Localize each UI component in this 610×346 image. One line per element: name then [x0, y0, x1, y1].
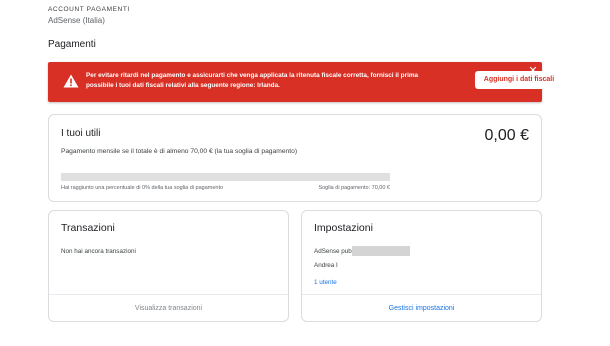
close-icon[interactable]: ✕	[527, 65, 539, 77]
account-name: AdSense (Italia)	[48, 16, 105, 25]
settings-title: Impostazioni	[314, 222, 373, 234]
warning-icon	[63, 74, 79, 88]
publisher-id-row: AdSense pub	[314, 246, 410, 256]
users-link[interactable]: 1 utente	[314, 279, 337, 286]
card-divider	[49, 294, 288, 295]
account-section-label: ACCOUNT PAGAMENTI	[48, 6, 130, 13]
transactions-card: Transazioni Non hai ancora transazioni V…	[48, 210, 289, 322]
transactions-title: Transazioni	[61, 222, 115, 234]
manage-settings-link[interactable]: Gestisci impostazioni	[302, 305, 541, 312]
view-transactions-link[interactable]: Visualizza transazioni	[49, 305, 288, 312]
threshold-amount-label: Soglia di pagamento: 70,00 €	[318, 185, 390, 191]
add-tax-info-button[interactable]: Aggiungi i dati fiscali	[475, 71, 563, 89]
publisher-id-label: AdSense pub	[314, 247, 352, 255]
threshold-progress-bar	[61, 173, 390, 181]
earnings-title: I tuoi utili	[61, 128, 101, 139]
settings-card: Impostazioni AdSense pub Andrea I 1 uten…	[301, 210, 542, 322]
tax-info-alert-banner: Per evitare ritardi nel pagamento e assi…	[48, 62, 563, 102]
no-transactions-text: Non hai ancora transazioni	[61, 248, 136, 255]
payment-threshold-text: Pagamento mensile se il totale è di alme…	[61, 148, 298, 155]
progress-percentage-label: Hai raggiunto una percentuale di 0% dell…	[61, 185, 224, 191]
account-user-name: Andrea I	[314, 262, 338, 269]
earnings-card: I tuoi utili 0,00 € Pagamento mensile se…	[48, 114, 542, 202]
page-title: Pagamenti	[48, 39, 96, 50]
earnings-amount: 0,00 €	[484, 127, 529, 144]
card-divider	[302, 294, 541, 295]
alert-message: Per evitare ritardi nel pagamento e assi…	[86, 72, 419, 89]
redacted-publisher-id	[351, 246, 410, 256]
